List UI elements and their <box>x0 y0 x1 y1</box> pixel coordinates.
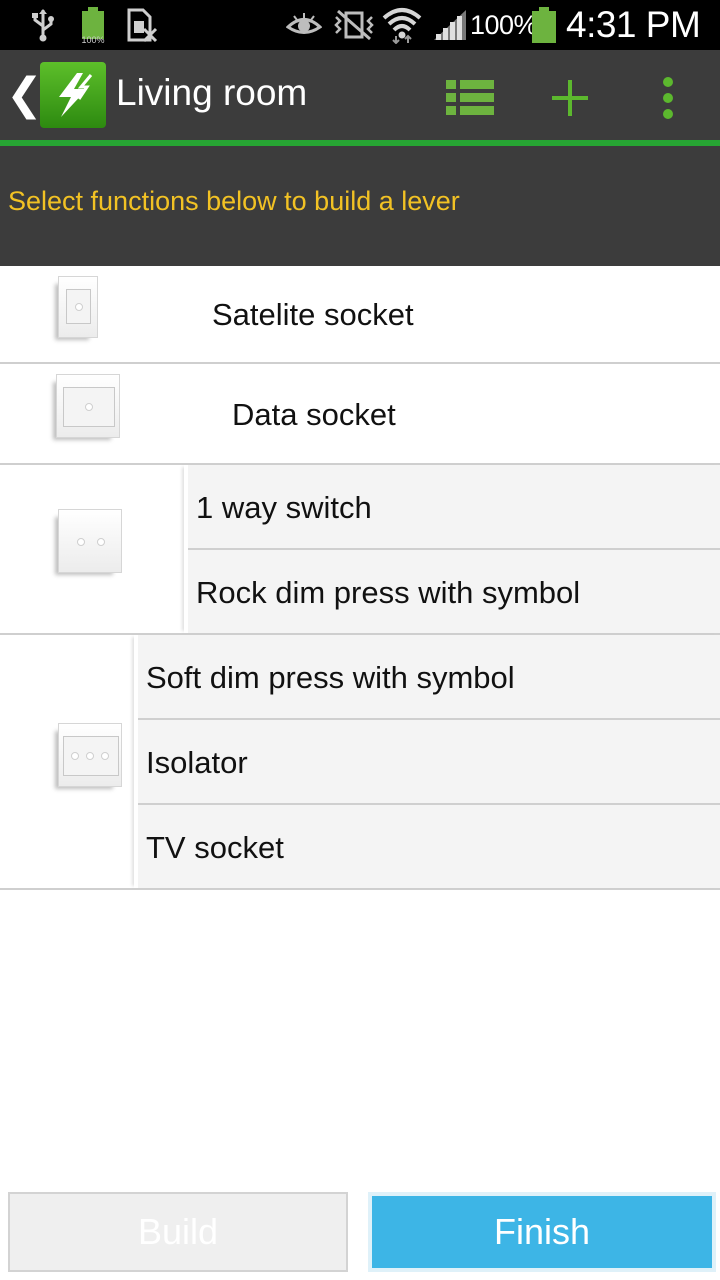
three-gang-plate-icon <box>58 723 122 787</box>
page-title: Living room <box>116 72 308 113</box>
data-socket-plate-icon <box>56 374 120 438</box>
satellite-socket-plate-icon <box>58 276 98 338</box>
list-item[interactable]: Data socket <box>0 364 720 465</box>
hint-text: Select functions below to build a lever <box>8 186 460 216</box>
list-item-label: Data socket <box>232 397 396 432</box>
list-item-label: Satelite socket <box>212 297 414 332</box>
list-item[interactable]: Satelite socket <box>0 266 720 364</box>
list-item[interactable]: TV socket <box>138 805 720 890</box>
clock: 4:31 PM <box>566 4 701 45</box>
more-vert-icon[interactable] <box>638 70 698 126</box>
add-icon[interactable] <box>540 70 600 126</box>
usb-icon <box>30 0 56 50</box>
battery-percent: 100% <box>470 9 538 40</box>
eye-icon <box>286 0 322 50</box>
sim-blocked-icon <box>126 0 158 50</box>
chevron-left-icon[interactable]: ❮ <box>6 70 43 120</box>
build-button[interactable]: Build <box>8 1192 348 1272</box>
list-icon[interactable] <box>440 70 500 126</box>
sub-item-column: Soft dim press with symbol Isolator TV s… <box>134 635 720 888</box>
status-bar: 100% 100% 4:31 PM <box>0 0 720 50</box>
battery-icon <box>531 0 557 50</box>
signal-icon <box>432 0 468 50</box>
sub-item-column: 1 way switch Rock dim press with symbol <box>184 465 720 633</box>
action-bar: ❮ Living room <box>0 50 720 140</box>
list-item[interactable]: Isolator <box>138 720 720 805</box>
hint-panel: Select functions below to build a lever <box>0 146 720 266</box>
list-group: 1 way switch Rock dim press with symbol <box>0 465 720 635</box>
lightning-app-icon[interactable] <box>40 62 106 128</box>
battery-full-icon: 100% <box>78 0 108 50</box>
list-group: Soft dim press with symbol Isolator TV s… <box>0 635 720 890</box>
wifi-icon <box>382 0 422 50</box>
list-item[interactable]: Rock dim press with symbol <box>188 550 720 635</box>
battery-small-label: 100% <box>81 35 104 45</box>
list-item[interactable]: Soft dim press with symbol <box>138 635 720 720</box>
vibrate-mute-icon <box>332 0 376 50</box>
two-gang-plate-icon <box>58 509 122 573</box>
finish-button[interactable]: Finish <box>368 1192 716 1272</box>
list-item[interactable]: 1 way switch <box>188 465 720 550</box>
